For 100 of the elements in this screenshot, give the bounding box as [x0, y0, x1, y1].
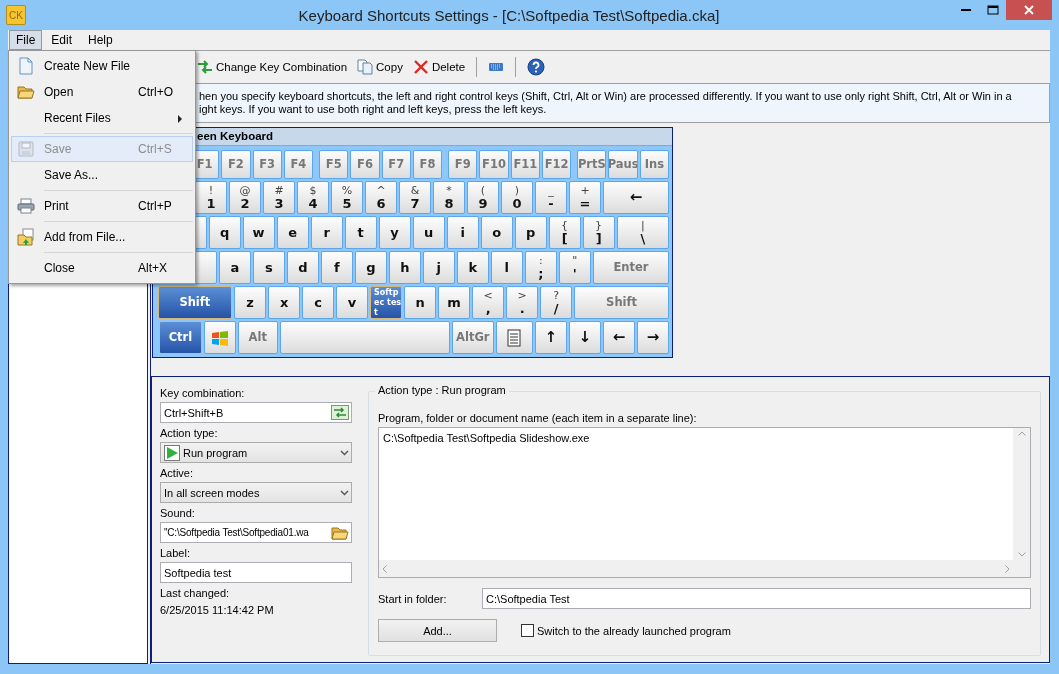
key[interactable]: v [336, 286, 369, 319]
add-button[interactable]: Add... [378, 619, 497, 642]
key[interactable]: ) 0 [501, 181, 533, 214]
key[interactable]: & 7 [399, 181, 431, 214]
arrow-key[interactable]: ← [603, 321, 635, 354]
function-key[interactable]: Ins [639, 150, 669, 179]
active-dropdown[interactable]: In all screen modes [160, 482, 352, 503]
key[interactable]: x [268, 286, 301, 319]
menu-item[interactable]: Edit [44, 30, 80, 50]
key[interactable]: n [404, 286, 437, 319]
key[interactable]: f [320, 251, 353, 284]
key[interactable]: t [344, 216, 377, 249]
key[interactable]: $ 4 [297, 181, 329, 214]
key[interactable]: r [310, 216, 343, 249]
key[interactable]: ? / [540, 286, 573, 319]
space-key[interactable] [280, 321, 450, 354]
action-type-dropdown[interactable]: Run program [160, 442, 352, 463]
key[interactable]: | \ [616, 216, 669, 249]
menu-item[interactable]: Open Ctrl+O [11, 79, 193, 105]
key[interactable]: z [234, 286, 267, 319]
key[interactable]: j [422, 251, 455, 284]
key[interactable]: i [446, 216, 479, 249]
menu-item[interactable]: Recent Files [11, 105, 193, 131]
key[interactable]: ( 9 [467, 181, 499, 214]
key[interactable]: d [286, 251, 319, 284]
function-key[interactable]: F12 [541, 150, 572, 179]
arrow-key[interactable]: ↓ [569, 321, 601, 354]
menu-item[interactable]: File [9, 30, 43, 50]
function-key[interactable]: F2 [221, 150, 251, 179]
key[interactable]: + = [569, 181, 601, 214]
key[interactable]: k [456, 251, 489, 284]
folder-icon[interactable] [331, 524, 349, 541]
key[interactable]: Softpec test [370, 286, 403, 319]
key[interactable]: ^ 6 [365, 181, 397, 214]
windows-key[interactable] [203, 321, 236, 354]
function-key[interactable]: F10 [479, 150, 509, 179]
key[interactable]: s [252, 251, 285, 284]
key[interactable]: m [438, 286, 471, 319]
menu-key[interactable] [495, 321, 533, 354]
menu-item[interactable]: Close Alt+X [11, 255, 193, 281]
key[interactable]: y [378, 216, 411, 249]
delete-button[interactable]: Delete [409, 56, 469, 77]
menu-item[interactable]: Create New File [11, 53, 193, 79]
alt-key[interactable]: Alt [237, 321, 279, 354]
function-key[interactable]: F8 [412, 150, 443, 179]
key[interactable]: < , [472, 286, 505, 319]
key-combination-field[interactable]: Ctrl+Shift+B [160, 402, 352, 423]
sound-field[interactable]: "C:\Softpedia Test\Softpedia01.wa [160, 522, 352, 543]
function-key[interactable]: PrtS [577, 150, 607, 179]
key[interactable]: # 3 [263, 181, 295, 214]
key[interactable]: c [302, 286, 335, 319]
key[interactable]: } ] [582, 216, 615, 249]
key[interactable]: g [354, 251, 387, 284]
key[interactable]: > . [506, 286, 539, 319]
shift-key[interactable]: Shift [157, 286, 233, 319]
menu-item[interactable]: Save As... [11, 162, 193, 188]
key[interactable]: ! 1 [195, 181, 227, 214]
key[interactable]: a [218, 251, 251, 284]
menu-item[interactable]: Print Ctrl+P [11, 193, 193, 219]
key[interactable]: w [242, 216, 275, 249]
close-button[interactable] [1006, 0, 1052, 20]
shuffle-icon[interactable] [331, 405, 349, 420]
key[interactable]: { [ [548, 216, 581, 249]
vertical-scrollbar[interactable] [1013, 428, 1030, 560]
key[interactable]: " ' [558, 251, 591, 284]
key[interactable]: @ 2 [229, 181, 261, 214]
menu-item[interactable]: Help [81, 30, 120, 50]
program-list-field[interactable]: C:\Softpedia Test\Softpedia Slideshow.exe [378, 427, 1031, 578]
function-key[interactable]: F11 [510, 150, 540, 179]
function-key[interactable]: F5 [319, 150, 349, 179]
label-field[interactable]: Softpedia test [160, 562, 352, 583]
function-key[interactable]: F9 [448, 150, 478, 179]
key[interactable]: h [388, 251, 421, 284]
change-key-button[interactable]: Change Key Combination [194, 57, 351, 76]
key[interactable]: _ - [535, 181, 567, 214]
horizontal-scrollbar[interactable] [379, 560, 1013, 577]
key[interactable]: q [208, 216, 241, 249]
function-key[interactable]: F3 [252, 150, 282, 179]
backspace-key[interactable]: ← [603, 181, 669, 214]
start-folder-field[interactable]: C:\Softpedia Test [482, 588, 1031, 609]
key[interactable]: o [480, 216, 513, 249]
key[interactable]: e [276, 216, 309, 249]
function-key[interactable]: F6 [350, 150, 380, 179]
key[interactable]: u [412, 216, 445, 249]
function-key[interactable]: F4 [283, 150, 314, 179]
arrow-key[interactable]: → [637, 321, 669, 354]
enter-key[interactable]: Enter [592, 251, 669, 284]
menu-item[interactable]: Add from File... [11, 224, 193, 250]
checkbox[interactable] [521, 624, 534, 637]
key[interactable]: p [514, 216, 547, 249]
key[interactable]: l [490, 251, 523, 284]
altgr-key[interactable]: AltGr [451, 321, 494, 354]
copy-button[interactable]: Copy [354, 56, 406, 77]
key[interactable]: % 5 [331, 181, 363, 214]
arrow-key[interactable]: ↑ [535, 321, 567, 354]
shift-key[interactable]: Shift [574, 286, 669, 319]
function-key[interactable]: F7 [381, 150, 411, 179]
key[interactable]: * 8 [433, 181, 465, 214]
key[interactable]: : ; [524, 251, 557, 284]
ctrl-key[interactable]: Ctrl [159, 321, 202, 354]
